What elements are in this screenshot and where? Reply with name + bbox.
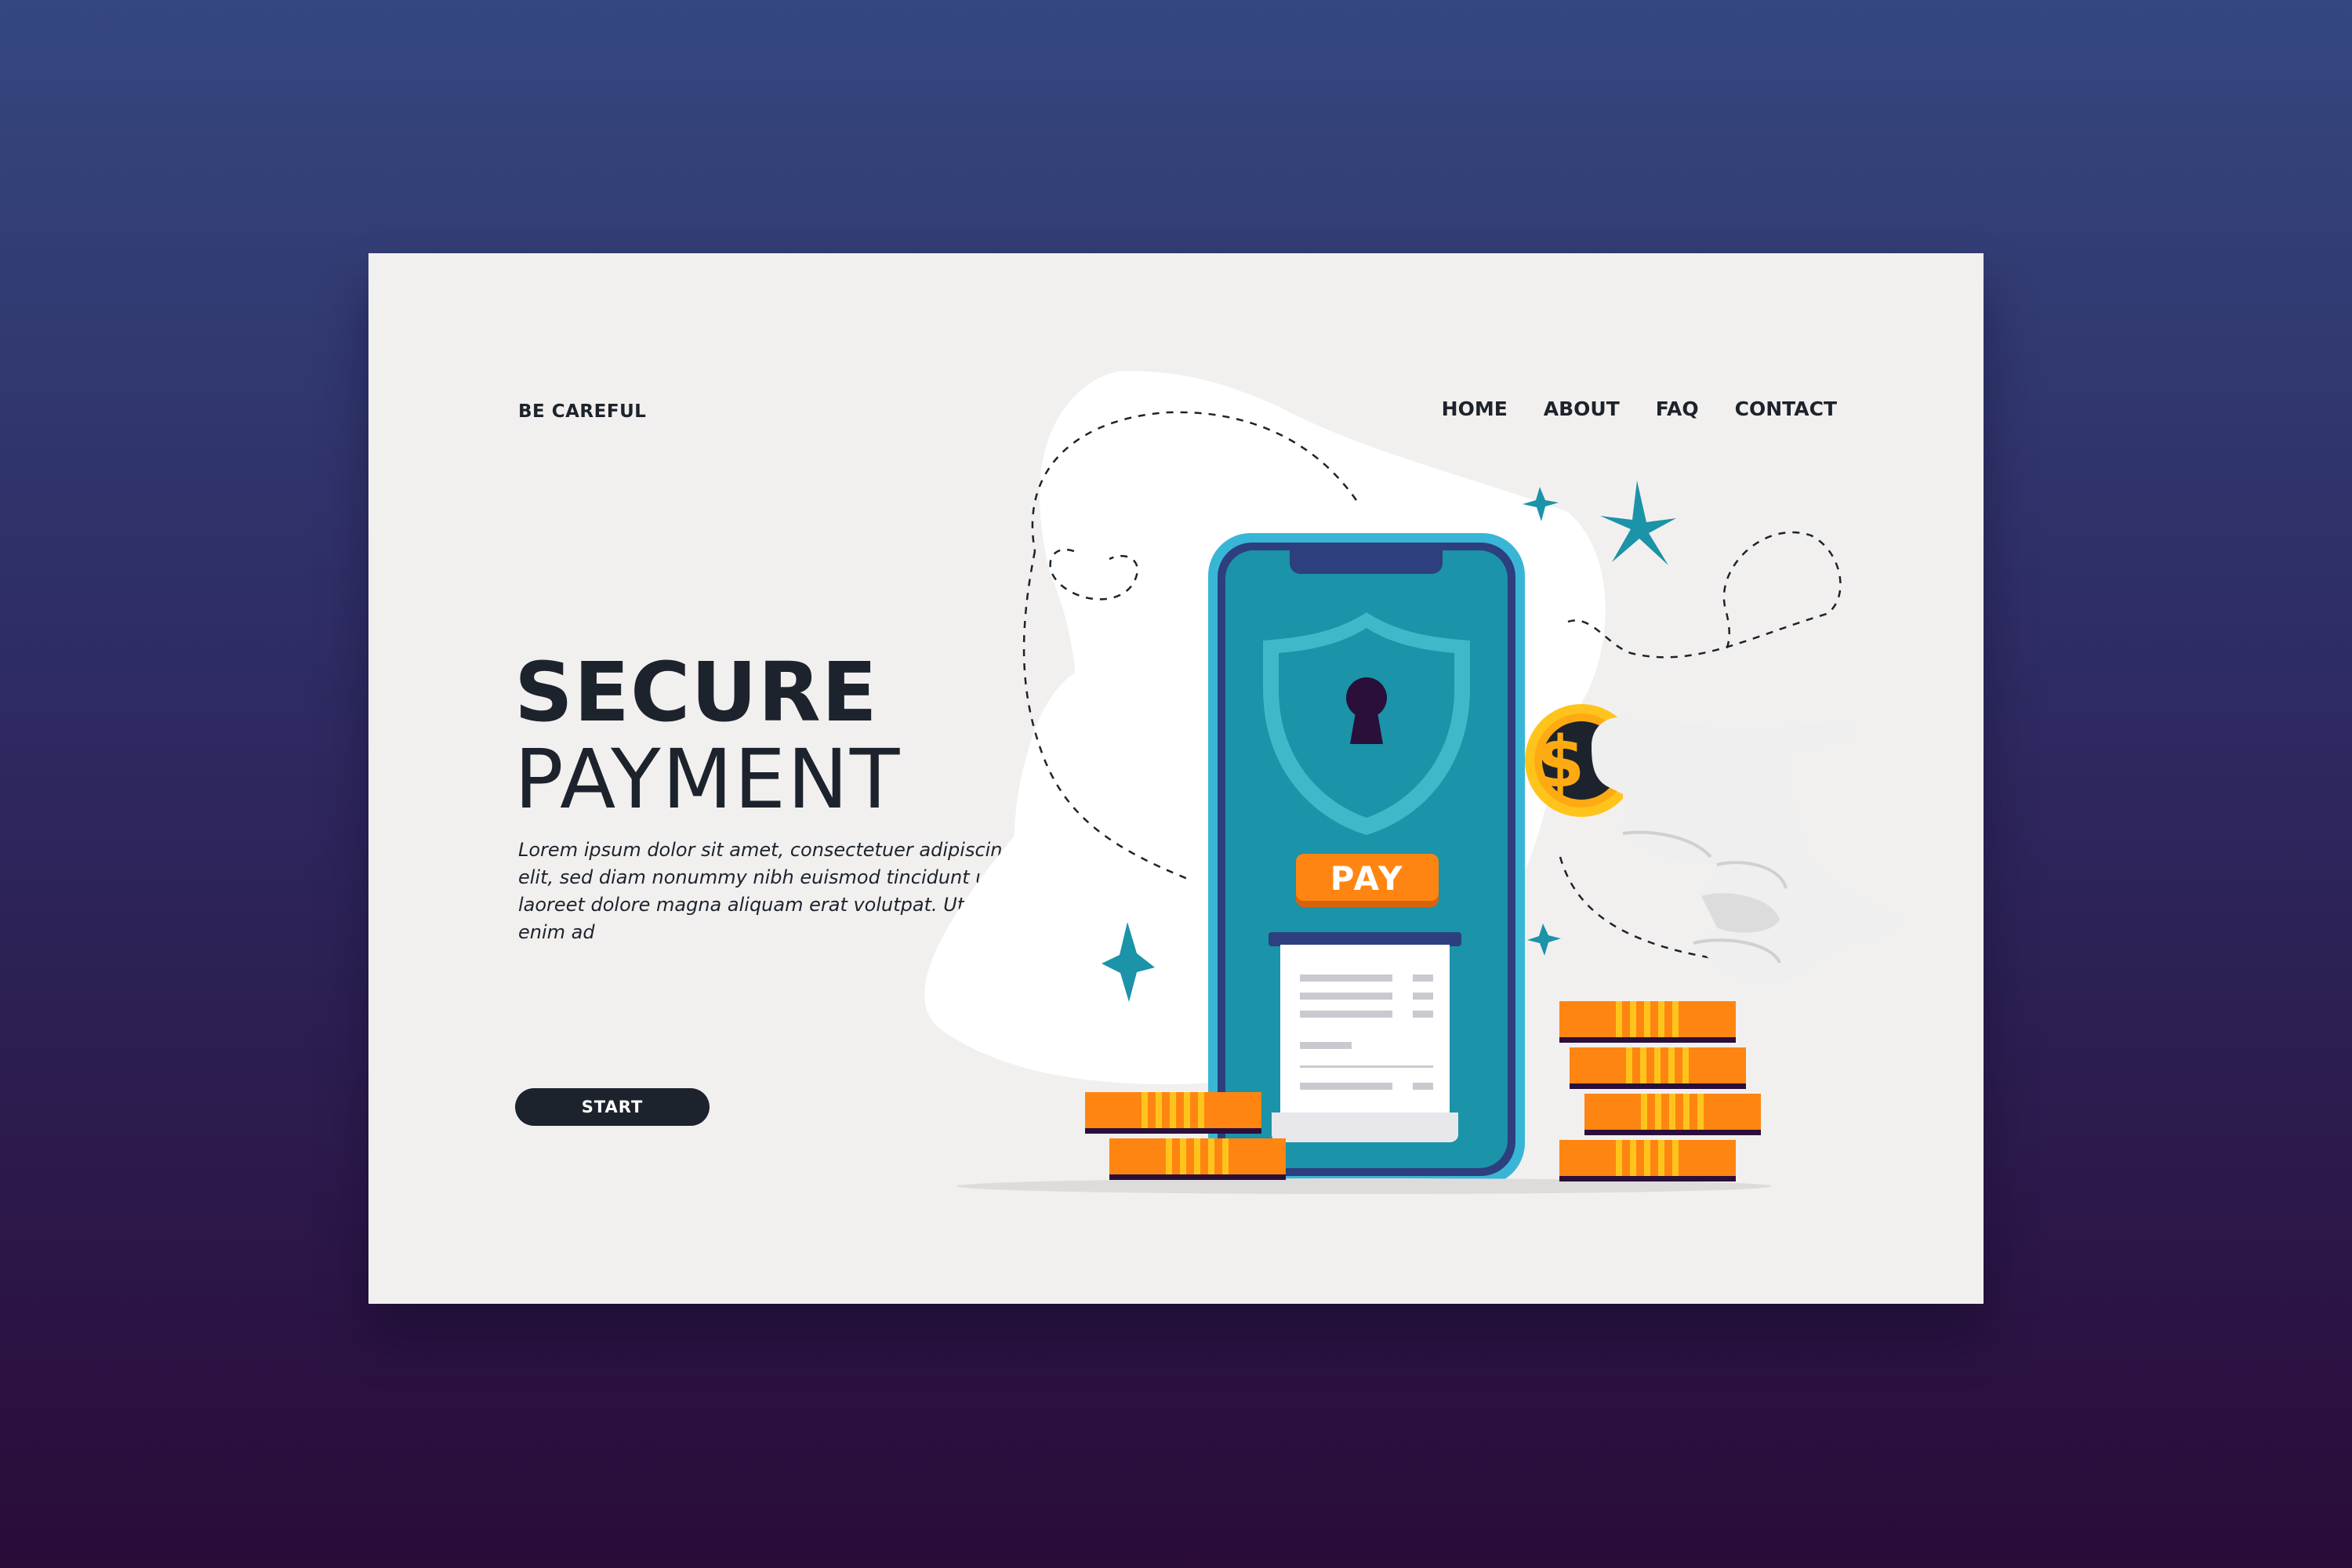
landing-page-card: BE CAREFUL HOME ABOUT FAQ CONTACT SECURE…	[368, 253, 1984, 1304]
hand-icon	[1592, 717, 1905, 985]
coin-stack-right	[1559, 1001, 1761, 1181]
secure-payment-illustration: PAY $	[924, 371, 1905, 1194]
keyhole-icon	[1346, 677, 1387, 744]
pay-button[interactable]: PAY	[1296, 854, 1439, 907]
receipt-icon	[1269, 932, 1461, 1142]
pay-label: PAY	[1330, 859, 1405, 898]
coin-symbol: $	[1536, 721, 1585, 804]
